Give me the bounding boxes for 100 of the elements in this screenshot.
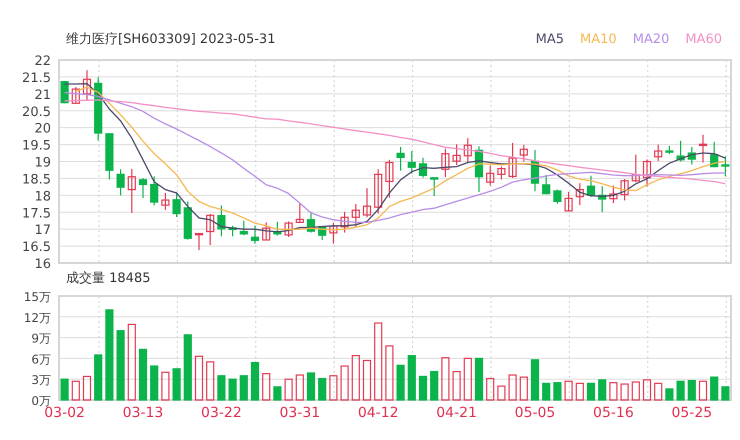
candlestick xyxy=(576,183,584,206)
volume-bar xyxy=(508,374,517,401)
candlestick xyxy=(464,138,472,162)
volume-bar xyxy=(710,376,718,401)
candlestick xyxy=(654,144,662,162)
volume-bar xyxy=(352,355,360,401)
candlestick xyxy=(385,160,394,198)
volume-bar xyxy=(250,362,260,401)
candlestick xyxy=(508,142,517,178)
axis-label: 18.5 xyxy=(22,172,51,188)
axis-label: 19.5 xyxy=(22,138,51,154)
volume-bar xyxy=(217,375,226,401)
candlestick xyxy=(150,176,158,206)
candlestick xyxy=(474,146,484,192)
candlestick xyxy=(172,192,181,217)
volume-bar xyxy=(172,368,181,401)
axis-label: 04-12 xyxy=(358,405,399,421)
volume-bar xyxy=(609,382,618,401)
volume-bar xyxy=(138,348,148,401)
candlestick xyxy=(408,151,416,174)
volume-bar xyxy=(698,380,708,401)
volume-bar xyxy=(542,382,550,401)
chart-title: 维力医疗[SH603309] 2023-05-31 xyxy=(66,30,276,48)
volume-bar xyxy=(262,373,270,401)
volume-bar xyxy=(576,382,584,401)
volume-bar xyxy=(620,383,629,401)
candlestick xyxy=(396,146,405,171)
axis-label: 04-21 xyxy=(436,405,477,421)
candlestick xyxy=(430,177,438,196)
candlestick xyxy=(452,144,461,165)
volume-bar xyxy=(553,382,562,401)
volume-bar xyxy=(273,386,282,401)
volume-bar xyxy=(150,365,158,401)
volume-bar xyxy=(520,376,528,401)
candlestick xyxy=(284,221,293,237)
volume-bar xyxy=(642,379,652,401)
candlestick xyxy=(688,146,696,165)
candlestick xyxy=(632,154,640,182)
volume-bar xyxy=(530,359,540,401)
volume-bar xyxy=(654,382,662,401)
candlestick xyxy=(184,201,192,240)
candlestick xyxy=(240,220,248,236)
candlestick xyxy=(340,212,349,233)
volume-title: 成交量 18485 xyxy=(66,271,150,286)
candlestick xyxy=(128,168,136,213)
axis-label: 17 xyxy=(34,223,51,238)
axis-label: 20 xyxy=(34,122,51,137)
candlestick xyxy=(329,222,338,244)
volume-bar xyxy=(408,355,416,401)
legend-label: MA60 xyxy=(685,30,722,48)
volume-bar xyxy=(329,375,338,401)
volume-bar xyxy=(240,375,248,401)
volume-bar xyxy=(340,365,349,401)
candlestick xyxy=(542,175,550,194)
volume-bar xyxy=(385,345,394,401)
candlestick xyxy=(72,87,80,104)
candlestick xyxy=(586,176,596,198)
volume-bar xyxy=(184,334,192,401)
axis-label: 22 xyxy=(34,54,51,69)
volume-bar xyxy=(474,358,484,401)
candlestick xyxy=(710,142,718,168)
legend-label: MA5 xyxy=(536,30,564,48)
volume-bar xyxy=(441,357,450,401)
volume-bar xyxy=(721,386,730,401)
volume-bar xyxy=(396,364,405,401)
axis-label: 03-22 xyxy=(201,405,242,421)
candlestick xyxy=(318,226,326,240)
candlestick xyxy=(60,80,69,104)
axis-label: 19 xyxy=(34,156,51,170)
candlestick xyxy=(217,205,226,236)
candlestick xyxy=(553,190,562,204)
axis-label: 21.5 xyxy=(22,70,51,86)
axis-label: 20.5 xyxy=(22,104,51,120)
candlestick xyxy=(676,140,685,162)
volume-bar xyxy=(60,378,69,401)
axis-label: 03-13 xyxy=(122,405,164,421)
candlestick xyxy=(82,70,92,101)
axis-label: 16.5 xyxy=(22,240,51,256)
axis-label: 03-31 xyxy=(279,405,320,421)
candlestick xyxy=(665,146,674,154)
candlestick xyxy=(105,133,114,180)
axis-label: 9万 xyxy=(31,332,51,346)
volume-bar xyxy=(464,358,472,401)
volume-bar xyxy=(430,370,438,401)
axis-label: 21 xyxy=(34,88,51,103)
volume-bar xyxy=(586,382,596,401)
axis-label: 0万 xyxy=(31,394,51,408)
axis-label: 03-02 xyxy=(44,405,85,421)
axis-label: 12万 xyxy=(24,310,51,325)
candlestick xyxy=(497,166,506,180)
legend-label: MA20 xyxy=(632,30,670,48)
volume-bar xyxy=(94,354,102,401)
candlestick xyxy=(564,192,573,212)
axis-label: 17.5 xyxy=(22,206,51,222)
volume-bar xyxy=(564,380,573,401)
candlestick xyxy=(441,148,450,178)
volume-bar xyxy=(688,380,696,401)
candlestick xyxy=(250,226,260,244)
legend-label: MA10 xyxy=(580,30,617,48)
candlestick xyxy=(273,222,282,236)
